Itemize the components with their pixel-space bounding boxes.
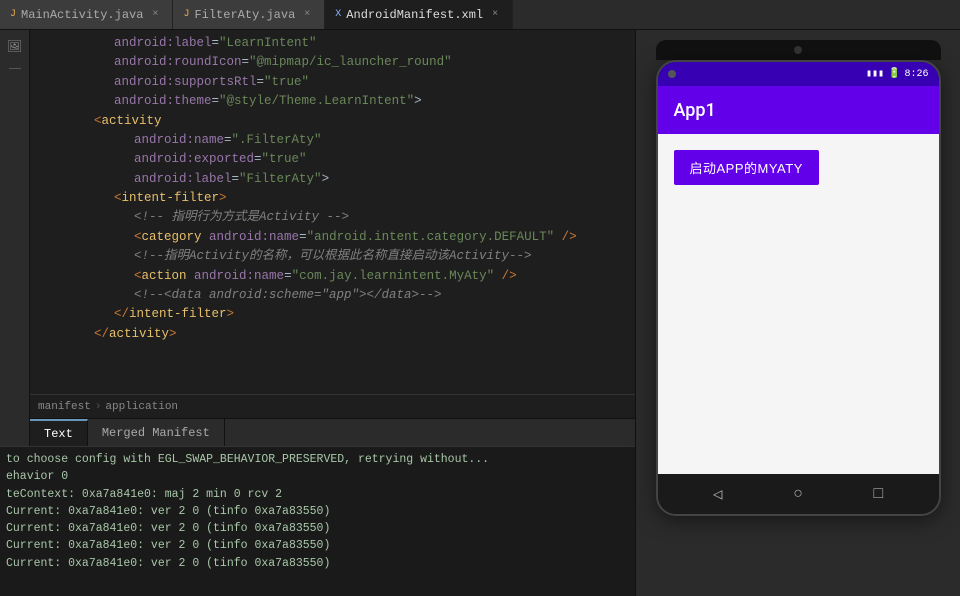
home-button[interactable]: ○ — [793, 485, 803, 503]
log-line: Current: 0xa7a841e0: ver 2 0 (tinfo 0xa7… — [6, 503, 629, 520]
tab-merged-manifest-label: Merged Manifest — [102, 426, 210, 440]
sidebar-strip: 🖼 — [0, 30, 30, 446]
editor-panel: 🖼 android:label="LearnIntent" android:ro… — [0, 30, 635, 596]
log-line: to choose config with EGL_SWAP_BEHAVIOR_… — [6, 451, 629, 468]
code-line: android:supportsRtl="true" — [30, 73, 635, 92]
code-line: <!-- 指明行为方式是Activity --> — [30, 208, 635, 227]
code-content: android:label="LearnIntent" android:roun… — [30, 30, 635, 394]
tab-main-label: MainActivity.java — [21, 8, 143, 22]
tab-bar: J MainActivity.java × J FilterAty.java ×… — [0, 0, 960, 30]
breadcrumb-application[interactable]: application — [105, 401, 178, 413]
code-line: <category android:name="android.intent.c… — [30, 228, 635, 247]
app-title: App1 — [674, 100, 716, 121]
tab-text-label: Text — [44, 427, 73, 441]
phone-status-bar: ▮▮▮ 🔋 8:26 — [658, 62, 939, 86]
tab-text[interactable]: Text — [30, 419, 88, 446]
status-icons: ▮▮▮ 🔋 8:26 — [866, 68, 929, 80]
terminal-area: to choose config with EGL_SWAP_BEHAVIOR_… — [0, 446, 635, 596]
code-line: <!--<data android:scheme="app"></data>--… — [30, 286, 635, 305]
signal-icon: ▮▮▮ — [866, 68, 884, 80]
code-line: android:exported="true" — [30, 150, 635, 169]
phone-frame: ▮▮▮ 🔋 8:26 App1 启动APP的MYATY ◁ ○ □ — [656, 60, 941, 516]
code-line: <intent-filter> — [30, 189, 635, 208]
code-line: <activity — [30, 112, 635, 131]
tab-manifest[interactable]: X AndroidManifest.xml × — [325, 0, 513, 29]
time-display: 8:26 — [904, 69, 928, 80]
tab-close-manifest[interactable]: × — [488, 8, 502, 22]
breadcrumb: manifest › application — [30, 394, 635, 418]
breadcrumb-manifest[interactable]: manifest — [38, 401, 91, 413]
java-icon: J — [10, 9, 16, 20]
log-line: Current: 0xa7a841e0: ver 2 0 (tinfo 0xa7… — [6, 537, 629, 554]
camera-indicator — [668, 70, 676, 78]
code-line: </intent-filter> — [30, 305, 635, 324]
code-line: android:label="FilterAty"> — [30, 170, 635, 189]
bottom-tab-bar: Text Merged Manifest — [30, 418, 635, 446]
code-line: <action android:name="com.jay.learninten… — [30, 267, 635, 286]
tab-manifest-label: AndroidManifest.xml — [346, 8, 483, 22]
phone-nav-bar: ◁ ○ □ — [658, 474, 939, 514]
xml-icon: X — [335, 9, 341, 20]
main-area: 🖼 android:label="LearnIntent" android:ro… — [0, 30, 960, 596]
code-line: <!--指明Activity的名称，可以根据此名称直接启动该Activity--… — [30, 247, 635, 266]
battery-icon: 🔋 — [888, 68, 900, 80]
code-line: android:name=".FilterAty" — [30, 131, 635, 150]
code-line: android:label="LearnIntent" — [30, 34, 635, 53]
tab-close-filter[interactable]: × — [300, 8, 314, 22]
back-button[interactable]: ◁ — [713, 484, 723, 504]
code-line: </activity> — [30, 325, 635, 344]
phone-panel: ▮▮▮ 🔋 8:26 App1 启动APP的MYATY ◁ ○ □ — [635, 30, 960, 596]
recent-button[interactable]: □ — [874, 485, 884, 503]
launch-button[interactable]: 启动APP的MYATY — [674, 150, 819, 185]
tab-merged-manifest[interactable]: Merged Manifest — [88, 419, 225, 446]
java-icon-2: J — [183, 9, 189, 20]
log-line: ehavior 0 — [6, 468, 629, 485]
tab-close-main[interactable]: × — [148, 8, 162, 22]
editor-body: 🖼 android:label="LearnIntent" android:ro… — [0, 30, 635, 446]
phone-app-bar: App1 — [658, 86, 939, 134]
tab-filter-aty[interactable]: J FilterAty.java × — [173, 0, 325, 29]
log-line: teContext: 0xa7a841e0: maj 2 min 0 rcv 2 — [6, 486, 629, 503]
tab-filter-label: FilterAty.java — [194, 8, 295, 22]
code-editor[interactable]: android:label="LearnIntent" android:roun… — [30, 30, 635, 446]
tab-main-activity[interactable]: J MainActivity.java × — [0, 0, 173, 29]
log-line: Current: 0xa7a841e0: ver 2 0 (tinfo 0xa7… — [6, 555, 629, 572]
log-line: Current: 0xa7a841e0: ver 2 0 (tinfo 0xa7… — [6, 520, 629, 537]
phone-content: 启动APP的MYATY — [658, 134, 939, 474]
code-line: android:theme="@style/Theme.LearnIntent"… — [30, 92, 635, 111]
image-icon[interactable]: 🖼 — [3, 34, 27, 58]
code-line: android:roundIcon="@mipmap/ic_launcher_r… — [30, 53, 635, 72]
